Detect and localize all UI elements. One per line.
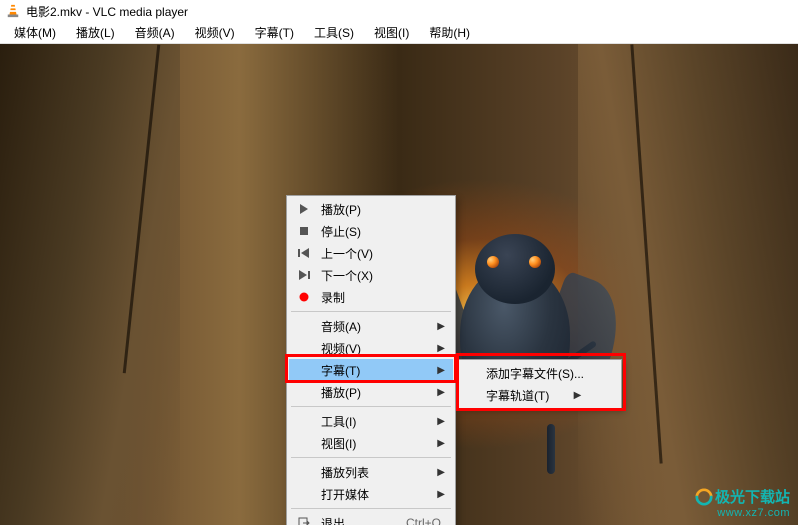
menu-view[interactable]: 视图(I) [364,22,419,43]
menu-separator [291,311,451,312]
context-tools[interactable]: 工具(I) ▶ [289,410,453,432]
vlc-icon [6,4,20,18]
menu-separator [291,406,451,407]
context-previous-label: 上一个(V) [315,245,435,262]
video-frame-rock-right [578,44,798,525]
subtitle-submenu: 添加字幕文件(S)... 字幕轨道(T) ▶ [457,359,622,409]
menu-video[interactable]: 视频(V) [185,22,245,43]
context-next[interactable]: 下一个(X) [289,264,453,286]
submenu-add-subtitle-file[interactable]: 添加字幕文件(S)... [460,362,619,384]
menu-bar: 媒体(M) 播放(L) 音频(A) 视频(V) 字幕(T) 工具(S) 视图(I… [0,22,798,44]
next-icon [293,270,315,280]
window-title: 电影2.mkv - VLC media player [26,3,188,20]
context-previous[interactable]: 上一个(V) [289,242,453,264]
menu-separator [291,508,451,509]
context-next-label: 下一个(X) [315,267,435,284]
menu-audio[interactable]: 音频(A) [125,22,185,43]
context-playback[interactable]: 播放(P) ▶ [289,381,453,403]
context-open-media[interactable]: 打开媒体 ▶ [289,483,453,505]
menu-subtitle[interactable]: 字幕(T) [245,22,304,43]
context-subtitle[interactable]: 字幕(T) ▶ [289,359,453,381]
menu-media[interactable]: 媒体(M) [4,22,66,43]
context-quit[interactable]: 退出 Ctrl+Q [289,512,453,525]
menu-tools[interactable]: 工具(S) [304,22,364,43]
context-playback-label: 播放(P) [315,384,435,401]
context-view[interactable]: 视图(I) ▶ [289,432,453,454]
context-video[interactable]: 视频(V) ▶ [289,337,453,359]
submenu-arrow-icon: ▶ [435,416,445,427]
submenu-subtitle-track-label: 字幕轨道(T) [486,387,549,404]
previous-icon [293,248,315,258]
submenu-arrow-icon: ▶ [435,365,445,376]
submenu-arrow-icon: ▶ [435,321,445,332]
record-icon [293,292,315,302]
context-playlist[interactable]: 播放列表 ▶ [289,461,453,483]
context-audio-label: 音频(A) [315,318,435,335]
submenu-arrow-icon: ▶ [435,467,445,478]
context-audio[interactable]: 音频(A) ▶ [289,315,453,337]
context-stop[interactable]: 停止(S) [289,220,453,242]
submenu-arrow-icon: ▶ [435,438,445,449]
stop-icon [293,226,315,236]
context-tools-label: 工具(I) [315,413,435,430]
context-play[interactable]: 播放(P) [289,198,453,220]
context-play-label: 播放(P) [315,201,435,218]
play-icon [293,204,315,214]
menu-help[interactable]: 帮助(H) [419,22,480,43]
context-open-media-label: 打开媒体 [315,486,435,503]
submenu-subtitle-track[interactable]: 字幕轨道(T) ▶ [460,384,619,406]
menu-playback[interactable]: 播放(L) [66,22,125,43]
context-record[interactable]: 录制 [289,286,453,308]
context-menu: 播放(P) 停止(S) 上一个(V) 下一个(X) [286,195,456,525]
video-frame-rock-left [0,44,180,525]
context-record-label: 录制 [315,289,435,306]
context-subtitle-label: 字幕(T) [315,362,435,379]
context-quit-label: 退出 [315,515,406,525]
submenu-arrow-icon: ▶ [435,387,445,398]
submenu-arrow-icon: ▶ [435,343,445,354]
submenu-arrow-icon: ▶ [567,390,581,401]
context-stop-label: 停止(S) [315,223,435,240]
submenu-arrow-icon: ▶ [435,489,445,500]
video-area[interactable]: 播放(P) 停止(S) 上一个(V) 下一个(X) [0,44,798,525]
context-video-label: 视频(V) [315,340,435,357]
menu-separator [291,457,451,458]
exit-icon [293,517,315,525]
context-quit-shortcut: Ctrl+Q [406,516,445,525]
submenu-add-subtitle-label: 添加字幕文件(S)... [486,365,584,382]
context-view-label: 视图(I) [315,435,435,452]
title-bar: 电影2.mkv - VLC media player [0,0,798,22]
context-playlist-label: 播放列表 [315,464,435,481]
